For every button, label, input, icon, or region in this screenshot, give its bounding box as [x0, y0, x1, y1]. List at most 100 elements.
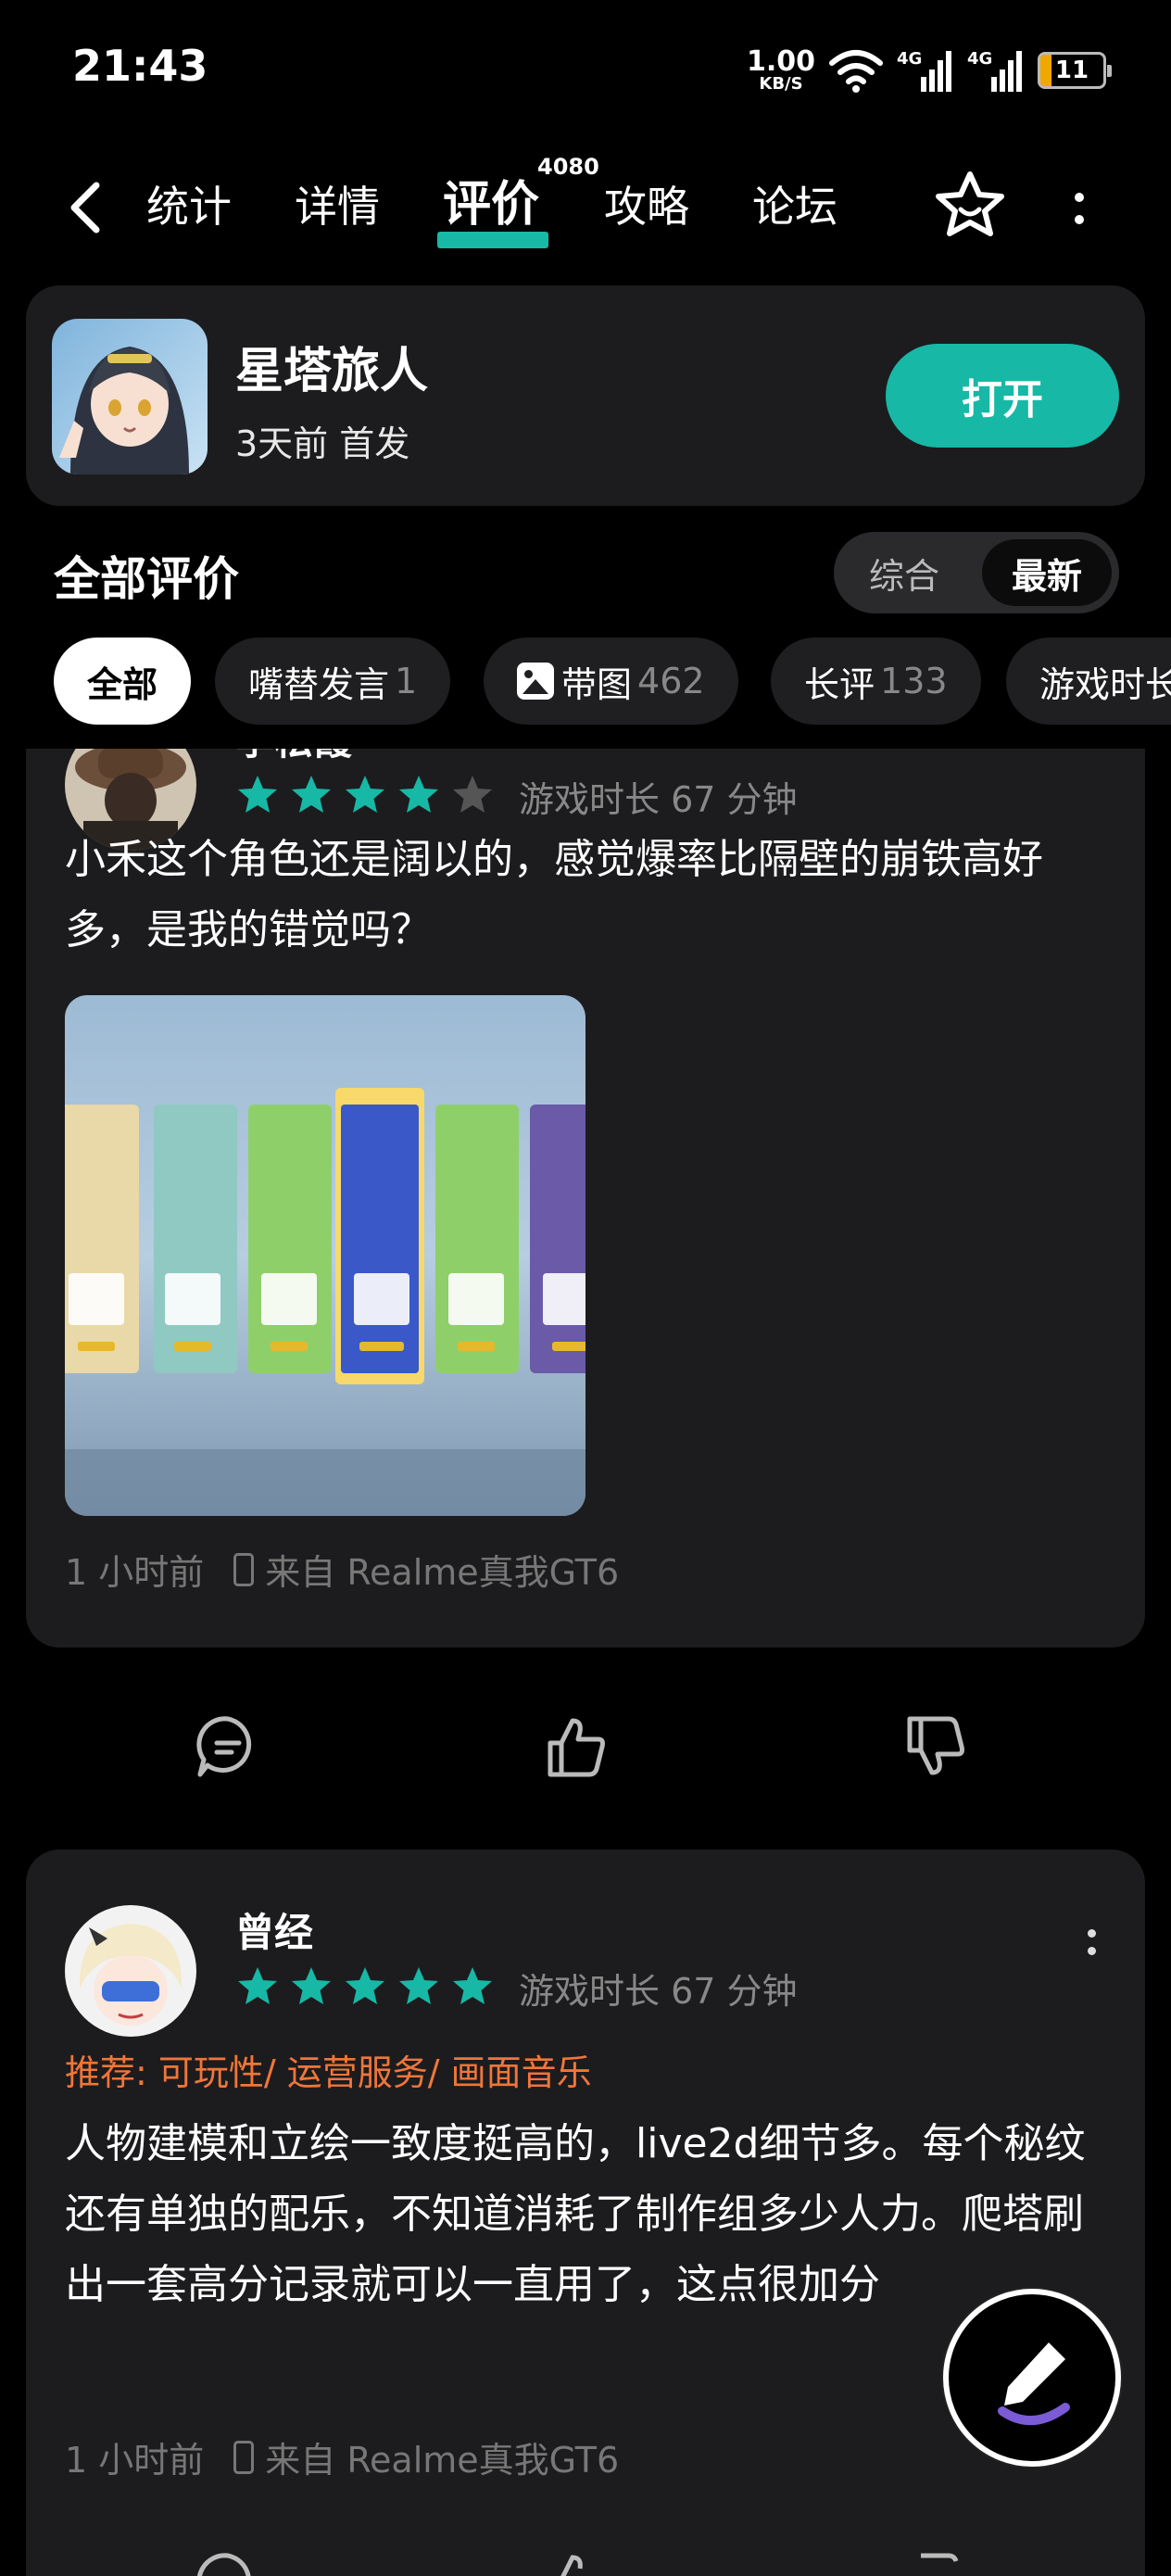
star-filled-icon — [346, 776, 384, 813]
game-title: 星塔旅人 — [235, 344, 429, 399]
review-time: 1 小时前 — [65, 2440, 205, 2481]
filter-count: 133 — [880, 661, 948, 701]
image-icon — [517, 663, 554, 700]
filter-count: 1 — [395, 661, 418, 701]
section-title: 全部评价 — [54, 552, 239, 606]
pencil-icon — [998, 2342, 1070, 2426]
playtime: 游戏时长 67 分钟 — [519, 1971, 798, 2012]
sort-option-comprehensive[interactable]: 综合 — [834, 532, 975, 613]
write-review-button[interactable] — [943, 2289, 1121, 2467]
review-time: 1 小时前 — [65, 1552, 205, 1593]
active-tab-indicator — [437, 232, 548, 248]
review-menu-button[interactable] — [1082, 1914, 1101, 1970]
review-username[interactable]: 曾经 — [235, 1901, 313, 1958]
recommend-tags: 推荐: 可玩性/ 运营服务/ 画面音乐 — [65, 2052, 592, 2093]
game-icon[interactable] — [52, 319, 208, 474]
tab-stats[interactable]: 统计 — [146, 182, 232, 233]
star-filled-icon — [399, 776, 438, 813]
review-meta: 1 小时前 来自 Realme真我GT6 — [65, 2431, 619, 2482]
sort-toggle: 综合 最新 — [834, 532, 1119, 613]
star-filled-icon — [238, 1967, 277, 2004]
like-button[interactable] — [539, 2546, 613, 2576]
signal-1-label: 4G — [897, 49, 922, 69]
dislike-button[interactable] — [899, 1710, 973, 1784]
battery-level: 11 — [1054, 57, 1089, 84]
comment-button[interactable] — [191, 2546, 265, 2576]
star-empty-icon — [453, 776, 492, 813]
review-actions-partial — [26, 2546, 1145, 2576]
review-device: 来自 Realme真我GT6 — [265, 1552, 620, 1593]
tab-reviews[interactable]: 评价 — [443, 176, 539, 234]
avatar[interactable] — [65, 1905, 196, 2037]
review-actions — [26, 1710, 1145, 1784]
review-text: 小禾这个角色还是阔以的，感觉爆率比隔壁的崩铁高好多，是我的错觉吗？ — [65, 836, 1043, 953]
game-character-image — [52, 319, 208, 474]
thumbs-up-icon — [560, 2555, 583, 2576]
star-filled-icon — [399, 1967, 438, 2004]
comment-icon — [196, 1716, 252, 1777]
filter-label: 全部 — [87, 663, 158, 705]
cellular-signal-2-icon: 4G — [967, 49, 1022, 92]
review-image[interactable] — [65, 995, 586, 1516]
review-username[interactable]: 李松霞 — [235, 749, 352, 766]
filter-chip-quote[interactable]: 嘴替发言 1 — [215, 638, 451, 725]
star-outline-icon — [936, 171, 1004, 236]
filter-count: 462 — [637, 661, 705, 701]
star-filled-icon — [453, 1967, 492, 2004]
review-text: 人物建模和立绘一致度挺高的，live2d细节多。每个秘纹还有单独的配乐，不知道消… — [65, 2120, 1086, 2308]
filter-label: 游戏时长 — [1039, 663, 1171, 705]
game-card: 星塔旅人 3天前 首发 打开 — [26, 285, 1145, 506]
sort-option-latest[interactable]: 最新 — [982, 539, 1112, 606]
filter-label: 嘴替发言 — [248, 663, 390, 705]
like-button[interactable] — [539, 1710, 613, 1784]
star-filled-icon — [292, 1967, 331, 2004]
tab-guides[interactable]: 攻略 — [604, 182, 689, 233]
network-speed-value: 1.00 — [746, 45, 815, 78]
filter-chip-with-image[interactable]: 带图 462 — [484, 638, 738, 725]
status-time: 21:43 — [72, 41, 208, 91]
tab-details[interactable]: 详情 — [295, 182, 380, 233]
review-card: 曾经 游戏时长 67 分钟 推荐: 可玩性/ 运营服务/ 画面音乐 人物建模和立… — [26, 1850, 1145, 2576]
signal-2-label: 4G — [967, 49, 992, 69]
more-options-button[interactable] — [1056, 176, 1102, 241]
filter-label: 带图 — [561, 663, 633, 705]
rating-stars — [235, 1964, 495, 2009]
review-count-badge: 4080 — [537, 154, 599, 180]
review-menu-button[interactable] — [1082, 749, 1101, 758]
thumbs-down-icon — [921, 2553, 959, 2562]
review-device: 来自 Realme真我GT6 — [265, 2440, 620, 2481]
filter-label: 长评 — [804, 663, 875, 705]
star-filled-icon — [238, 776, 277, 813]
game-release-info: 3天前 首发 — [235, 423, 410, 464]
dislike-button[interactable] — [899, 2546, 973, 2576]
comment-icon — [196, 2553, 251, 2576]
rating-stars — [235, 773, 495, 817]
network-speed-unit: KB/S — [759, 74, 803, 94]
tab-forum[interactable]: 论坛 — [752, 182, 837, 233]
thumbs-down-icon — [907, 1716, 964, 1775]
battery-indicator: 11 — [1038, 52, 1112, 89]
filter-chips: 全部 嘴替发言 1 带图 462 长评 133 游戏时长 — [54, 638, 1171, 726]
wifi-icon — [829, 50, 883, 93]
review-meta: 1 小时前 来自 Realme真我GT6 — [65, 1544, 619, 1595]
status-indicators: 1.00 KB/S 4G 4G 11 — [747, 44, 1112, 96]
network-speed: 1.00 KB/S — [747, 48, 815, 93]
filter-chip-long-review[interactable]: 长评 133 — [771, 638, 981, 725]
cellular-signal-icon: 4G — [897, 49, 951, 92]
review-card: 李松霞 游戏时长 67 分钟 小禾这个角色还是阔以的，感觉爆率比隔壁的崩铁高好多… — [26, 749, 1145, 1648]
avatar-image — [65, 1905, 196, 2037]
filter-chip-all[interactable]: 全部 — [54, 638, 192, 725]
favorite-button[interactable] — [931, 167, 1009, 245]
back-button[interactable] — [57, 180, 113, 235]
star-filled-icon — [292, 776, 331, 813]
star-filled-icon — [346, 1967, 384, 2004]
phone-icon — [233, 1552, 255, 1586]
filter-chip-playtime[interactable]: 游戏时长 — [1006, 638, 1171, 725]
playtime: 游戏时长 67 分钟 — [519, 779, 798, 820]
gacha-result-image — [65, 995, 586, 1516]
thumbs-up-icon — [548, 1718, 605, 1777]
phone-icon — [233, 2440, 255, 2474]
comment-button[interactable] — [191, 1710, 265, 1784]
chevron-left-icon — [70, 182, 100, 234]
open-game-button[interactable]: 打开 — [886, 344, 1119, 448]
